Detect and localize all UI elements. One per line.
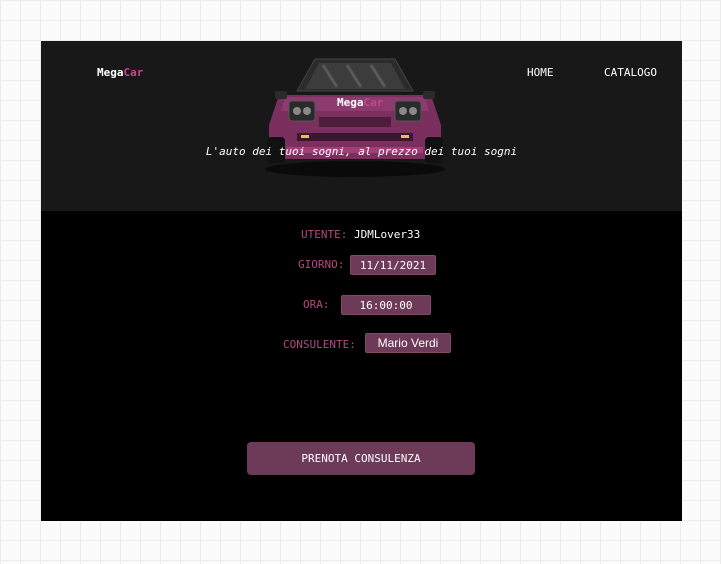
day-field[interactable]: 11/11/2021: [350, 255, 436, 275]
user-label: UTENTE:: [301, 228, 348, 241]
consultant-select[interactable]: Mario Verdi: [365, 333, 451, 353]
day-label: GIORNO:: [298, 258, 345, 271]
hero-brand-prefix: Mega: [337, 96, 364, 109]
time-field[interactable]: 16:00:00: [341, 295, 431, 315]
book-consultation-button[interactable]: PRENOTA CONSULENZA: [247, 442, 475, 475]
header: MegaCar MegaCar HOME CATALOGO L'auto dei…: [41, 41, 682, 211]
hero-brand: MegaCar: [337, 96, 383, 109]
time-label: ORA:: [303, 298, 330, 311]
consultant-label: CONSULENTE:: [283, 338, 356, 351]
tagline: L'auto dei tuoi sogni, al prezzo dei tuo…: [205, 145, 518, 158]
car-illustration: [265, 58, 445, 177]
brand-logo[interactable]: MegaCar: [97, 66, 143, 79]
hero-brand-suffix: Car: [363, 96, 384, 109]
user-value: JDMLover33: [353, 228, 421, 241]
nav-home-link[interactable]: HOME: [527, 66, 554, 79]
user-row: UTENTE: JDMLover33: [301, 228, 420, 241]
brand-prefix: Mega: [97, 66, 124, 79]
app-container: MegaCar MegaCar HOME CATALOGO L'auto dei…: [41, 41, 682, 521]
brand-suffix: Car: [123, 66, 144, 79]
nav-catalog-link[interactable]: CATALOGO: [604, 66, 657, 79]
